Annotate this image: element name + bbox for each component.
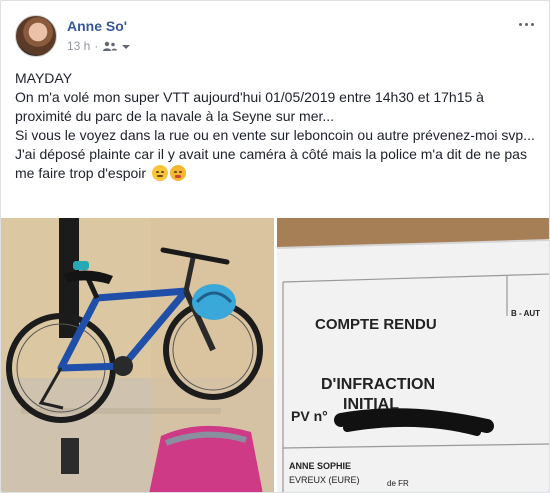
police-report-photo[interactable]: COMPTE RENDU D'INFRACTION INITIAL PV n° … [277,218,549,492]
chevron-down-icon[interactable] [122,39,131,53]
bike-photo[interactable] [1,218,274,492]
author-name[interactable]: Anne So' [67,18,127,34]
report-title-line: COMPTE RENDU [315,316,437,333]
post-card: Anne So' 13 h · MAYDAY On m'a volé mon s… [0,0,550,493]
photo-grid: COMPTE RENDU D'INFRACTION INITIAL PV n° … [1,218,549,492]
report-tail: de FR [387,479,409,488]
post-header: Anne So' 13 h · [15,15,537,61]
more-options-icon[interactable] [515,17,537,31]
sleepy-face-icon [151,165,168,181]
post-body: MAYDAY On m'a volé mon super VTT aujourd… [15,69,535,183]
post-timestamp[interactable]: 13 h [67,39,90,53]
report-name: ANNE SOPHIE [289,461,352,471]
grimacing-face-icon [169,165,186,181]
post-line: On m'a volé mon super VTT aujourd'hui 01… [15,89,484,124]
post-line-with-emoji: J'ai déposé plainte car il y avait une c… [15,145,535,183]
report-place: EVREUX (EURE) [289,475,360,485]
post-line: MAYDAY [15,70,73,86]
avatar[interactable] [15,15,57,57]
report-corner-label: B - AUT [511,309,541,318]
post-line: Si vous le voyez dans la rue ou en vente… [15,127,535,143]
post-line-text: J'ai déposé plainte car il y avait une c… [15,146,527,181]
friends-icon[interactable] [102,41,118,51]
report-pv-number: PV n° [291,408,328,424]
post-meta: 13 h · [67,39,131,53]
report-title-line: D'INFRACTION [321,376,436,393]
report-title-line: INITIAL [343,396,399,413]
meta-separator: · [94,39,99,53]
